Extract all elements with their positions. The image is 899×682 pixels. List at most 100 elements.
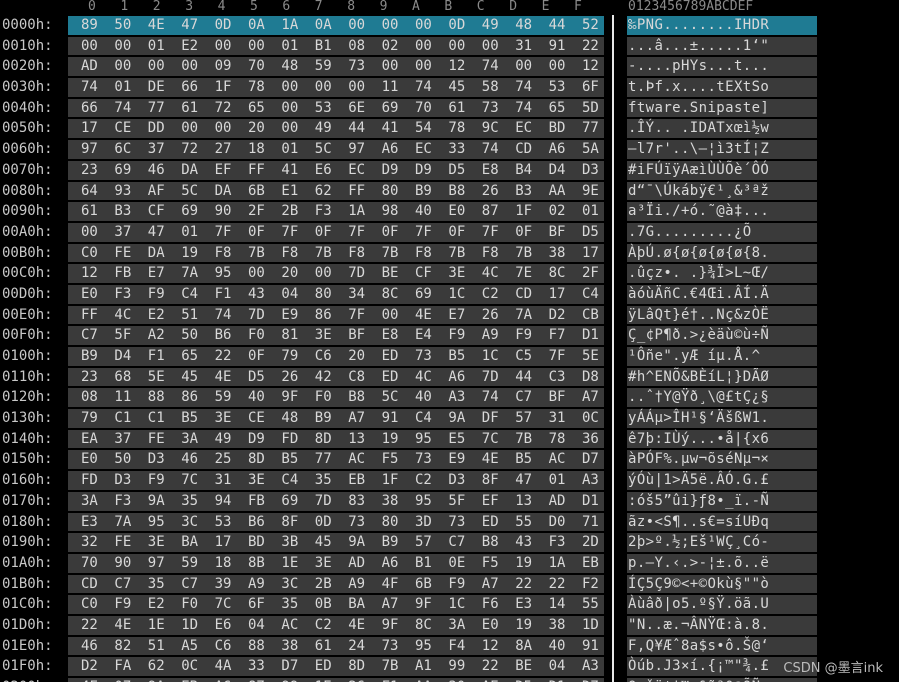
hex-byte[interactable]: 3E (248, 470, 265, 491)
hex-byte[interactable]: D1 (582, 491, 599, 512)
hex-byte[interactable]: 89 (81, 15, 98, 36)
hex-row[interactable]: 01B0h: CD C7 35 C7 39 A9 3C 2B A9 4F 6B F9 A7 22 22 F2 ÍÇ… (0, 574, 899, 595)
hex-row[interactable]: 00A0h: 00 37 47 01 7F 0F 7F 0F 7F 0F 7F 0F 7F 0F BF D5 .7… (0, 222, 899, 243)
hex-byte[interactable]: 26 (482, 305, 499, 326)
hex-byte[interactable]: B4 (515, 160, 532, 181)
hex-byte[interactable]: 8D (348, 656, 365, 677)
hex-byte[interactable]: 5C (382, 387, 399, 408)
hex-byte[interactable]: 4E (482, 449, 499, 470)
hex-byte[interactable]: DA (148, 243, 165, 264)
hex-byte[interactable]: EC (415, 139, 432, 160)
hex-byte[interactable]: E2 (148, 594, 165, 615)
hex-row[interactable]: 0090h: 61 B3 CF 69 90 2F 2B F3 1A 98 40 E0 87 1F 02 01 a³… (0, 201, 899, 222)
hex-byte[interactable]: F8 (482, 243, 499, 264)
hex-byte[interactable]: 02 (549, 201, 566, 222)
hex-byte[interactable]: 8D (248, 449, 265, 470)
hex-byte[interactable]: 77 (148, 98, 165, 119)
hex-byte[interactable]: 7D (482, 367, 499, 388)
ascii-text[interactable]: -....pHYs...t... (628, 56, 769, 77)
hex-byte[interactable]: EB (348, 470, 365, 491)
hex-byte[interactable]: 78 (248, 77, 265, 98)
hex-byte[interactable]: 95 (215, 263, 232, 284)
hex-byte[interactable]: EF (482, 491, 499, 512)
hex-byte[interactable]: AE (482, 677, 499, 682)
hex-byte[interactable]: 22 (215, 346, 232, 367)
hex-byte[interactable]: 7F (415, 222, 432, 243)
hex-byte[interactable]: 5C (181, 181, 198, 202)
hex-byte[interactable]: AA (549, 181, 566, 202)
hex-byte[interactable]: E9 (281, 305, 298, 326)
hex-byte[interactable]: 0C (181, 656, 198, 677)
hex-byte[interactable]: 73 (348, 56, 365, 77)
hex-row[interactable]: 0130h: 79 C1 C1 B5 3E CE 48 B9 A7 91 C4 9A DF 57 31 0C yÁ… (0, 408, 899, 429)
hex-byte[interactable]: 12 (448, 56, 465, 77)
hex-byte[interactable]: 00 (181, 56, 198, 77)
hex-byte[interactable]: 35 (148, 574, 165, 595)
hex-byte[interactable]: 0F (448, 222, 465, 243)
hex-byte[interactable]: 19 (181, 243, 198, 264)
hex-byte[interactable]: 0F (515, 222, 532, 243)
hex-byte[interactable]: D1 (549, 677, 566, 682)
hex-byte[interactable]: 14 (549, 594, 566, 615)
hex-byte[interactable]: 18 (215, 553, 232, 574)
hex-byte[interactable]: 57 (515, 408, 532, 429)
hex-byte[interactable]: 4F (382, 574, 399, 595)
hex-byte[interactable]: E5 (448, 429, 465, 450)
hex-byte[interactable]: BD (549, 118, 566, 139)
hex-byte[interactable]: 0A (315, 15, 332, 36)
hex-byte[interactable]: AD (81, 56, 98, 77)
hex-byte[interactable]: 04 (281, 284, 298, 305)
ascii-text[interactable]: .7G.........¿Õ (628, 222, 752, 243)
ascii-text[interactable]: àPÓF%.µw¬õséNµ¬× (628, 449, 769, 470)
hex-byte[interactable]: 53 (215, 512, 232, 533)
hex-row[interactable]: 0050h: 17 CE DD 00 00 20 00 49 44 41 54 78 9C EC BD 77 .Î… (0, 118, 899, 139)
hex-row[interactable]: 01C0h: C0 F9 E2 F0 7C 6F 35 0B BA A7 9F 1C F6 E3 14 55 Àù… (0, 594, 899, 615)
hex-byte[interactable]: 53 (549, 77, 566, 98)
hex-byte[interactable]: 3C (181, 512, 198, 533)
hex-byte[interactable]: 9C (482, 118, 499, 139)
hex-byte[interactable]: 00 (315, 263, 332, 284)
hex-byte[interactable]: B8 (482, 532, 499, 553)
hex-byte[interactable]: 00 (382, 305, 399, 326)
hex-byte[interactable]: E7 (448, 305, 465, 326)
hex-byte[interactable]: 00 (114, 36, 131, 57)
hex-byte[interactable]: 36 (582, 429, 599, 450)
hex-byte[interactable]: AC (281, 615, 298, 636)
hex-byte[interactable]: 61 (181, 98, 198, 119)
hex-byte[interactable]: C2 (482, 284, 499, 305)
hex-byte[interactable]: 01 (582, 201, 599, 222)
hex-byte[interactable]: D4 (549, 160, 566, 181)
hex-byte[interactable]: 00 (248, 36, 265, 57)
hex-byte[interactable]: 74 (482, 387, 499, 408)
hex-byte[interactable]: 13 (515, 491, 532, 512)
hex-byte[interactable]: 74 (415, 77, 432, 98)
ascii-text[interactable]: :óš5”ûi}ƒ8•_ï.-Ñ (628, 491, 769, 512)
hex-byte[interactable]: 1A (281, 15, 298, 36)
hex-byte[interactable]: 20 (248, 118, 265, 139)
hex-byte[interactable]: 9A (348, 532, 365, 553)
hex-byte[interactable]: 8A (515, 636, 532, 657)
hex-byte[interactable]: 12 (482, 636, 499, 657)
hex-byte[interactable]: 1D (181, 615, 198, 636)
hex-byte[interactable]: 57 (415, 532, 432, 553)
hex-byte[interactable]: 73 (415, 449, 432, 470)
hex-byte[interactable]: A7 (482, 574, 499, 595)
hex-byte[interactable]: 44 (515, 367, 532, 388)
hex-byte[interactable]: D7 (582, 677, 599, 682)
hex-byte[interactable]: 48 (281, 56, 298, 77)
hex-byte[interactable]: D9 (382, 160, 399, 181)
hex-byte[interactable]: 5E (582, 346, 599, 367)
hex-byte[interactable]: F3 (315, 201, 332, 222)
hex-byte[interactable]: B5 (281, 449, 298, 470)
hex-byte[interactable]: 00 (281, 118, 298, 139)
ascii-text[interactable]: ãz•<S¶..s€=síUÐq (628, 512, 769, 533)
ascii-text[interactable]: O.šë¦‡™.&ñª0®ÕÑ× (628, 677, 769, 682)
ascii-text[interactable]: ..ˆ†Y@Ÿð¸\@£tÇ¿§ (628, 387, 769, 408)
hex-byte[interactable]: 30 (448, 677, 465, 682)
hex-byte[interactable]: 99 (281, 677, 298, 682)
hex-byte[interactable]: 95 (415, 491, 432, 512)
ascii-text[interactable]: ê7þ:IÙý...•å|{x6 (628, 429, 769, 450)
hex-byte[interactable]: F9 (515, 325, 532, 346)
hex-byte[interactable]: 40 (549, 636, 566, 657)
hex-byte[interactable]: BF (549, 222, 566, 243)
